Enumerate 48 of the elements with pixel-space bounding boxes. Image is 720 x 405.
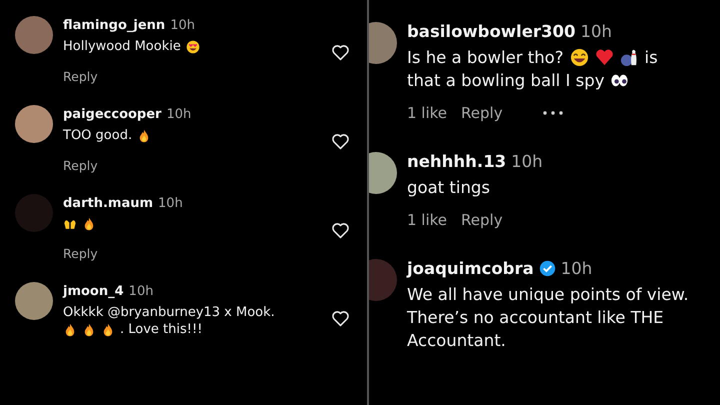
bowling-emoji-icon <box>620 48 639 67</box>
comment-time: 10h <box>166 107 192 122</box>
comment-text: There’s no accountant like THE <box>407 308 664 327</box>
fire-emoji-icon <box>63 322 77 336</box>
avatar-photo-placeholder[interactable] <box>15 282 53 320</box>
reply-link[interactable]: Reply <box>63 158 98 173</box>
comment-text: Hollywood Mookie <box>63 39 181 54</box>
reply-link[interactable]: Reply <box>461 211 503 229</box>
reply-link[interactable]: Reply <box>63 69 98 84</box>
heart-icon[interactable] <box>331 133 350 150</box>
comment-time: 10h <box>170 18 195 33</box>
comment-text: TOO good. <box>63 128 132 143</box>
username[interactable]: darth.maum <box>63 196 154 211</box>
heart-icon[interactable] <box>331 310 350 327</box>
fire-emoji-icon <box>82 322 96 336</box>
comment-text: that a bowling ball I spy <box>407 71 604 90</box>
comment-text: . Love this!!! <box>120 322 202 337</box>
username[interactable]: jmoon_4 <box>63 284 124 299</box>
comment-text: goat tings <box>407 178 490 197</box>
comment-text: is <box>644 48 658 67</box>
comment-text: Accountant. <box>407 331 506 350</box>
heart-emoji-icon <box>594 48 614 67</box>
username[interactable]: flamingo_jenn <box>63 18 166 33</box>
username[interactable]: nehhhh.13 <box>407 152 506 171</box>
username[interactable]: basilowbowler300 <box>407 22 576 41</box>
comment-time: 10h <box>511 152 543 171</box>
reply-link[interactable]: Reply <box>461 104 503 122</box>
comment-time: 10h <box>158 196 183 211</box>
avatar-photo-placeholder[interactable] <box>15 105 53 143</box>
username[interactable]: joaquimcobra <box>407 259 534 278</box>
heart-eyes-emoji-icon <box>186 40 200 54</box>
heart-icon[interactable] <box>331 222 350 239</box>
comment-text: Okkkk @bryanburney13 x Mook. <box>63 305 275 320</box>
likes-count[interactable]: 1 like <box>407 104 448 122</box>
comment-time: 10h <box>580 22 612 41</box>
comment-time: 10h <box>560 259 592 278</box>
reply-link[interactable]: Reply <box>63 246 98 261</box>
avatar-photo-placeholder[interactable] <box>15 16 53 54</box>
laughing-emoji-icon <box>570 48 589 67</box>
fire-emoji-icon <box>101 322 115 336</box>
username[interactable]: paigeccooper <box>63 107 162 122</box>
likes-count[interactable]: 1 like <box>407 211 448 229</box>
comment-text: Is he a bowler tho? <box>407 48 564 67</box>
more-options-icon[interactable] <box>542 111 563 115</box>
comment-text: We all have unique points of view. <box>407 285 689 304</box>
heart-icon[interactable] <box>331 44 350 61</box>
comment-time: 10h <box>128 284 154 299</box>
fire-emoji-icon <box>82 217 96 231</box>
